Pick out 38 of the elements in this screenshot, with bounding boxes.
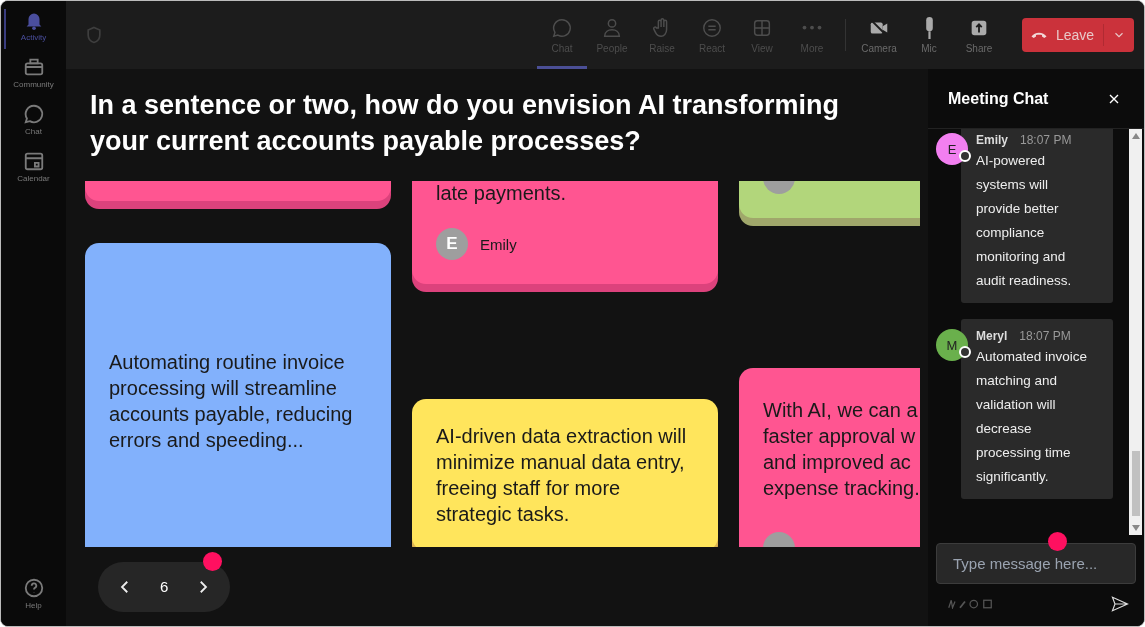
message-text: Automated invoice matching and validation will decrease processing time significantly. xyxy=(976,348,1089,486)
note-text: late payments. xyxy=(436,181,568,206)
sidebar-item[interactable]: Community xyxy=(1,56,66,89)
message-time: 18:07 PM xyxy=(1020,133,1072,147)
send-icon[interactable] xyxy=(1110,594,1130,614)
avatar: M xyxy=(936,329,968,361)
note-text: AI-driven data extraction will minimize manual data entry, freeing staff for more strategic tasks. xyxy=(436,424,688,527)
toolbar-button[interactable]: Camera xyxy=(854,1,904,69)
calendar-icon xyxy=(22,150,45,172)
author-name: Emily xyxy=(480,235,517,253)
help-button[interactable]: Help xyxy=(1,577,66,610)
toolbar-button[interactable]: Share xyxy=(954,1,1004,69)
help-icon xyxy=(22,577,45,599)
toolbar-button[interactable]: Mic xyxy=(904,1,954,69)
message-text: AI-powered systems will provide better compliance monitoring and audit readiness. xyxy=(976,152,1073,290)
avatar: E xyxy=(936,133,968,165)
question-title: In a sentence or two, how do you envision AI transforming your current accounts payable processes? xyxy=(89,89,841,158)
sender-name: Emily xyxy=(976,133,1008,147)
scrollbar[interactable] xyxy=(1129,129,1142,535)
leave-label: Leave xyxy=(1056,27,1095,43)
sidebar-item[interactable]: Chat xyxy=(1,103,66,136)
sender-name: Meryl xyxy=(976,329,1008,343)
person-icon xyxy=(601,16,623,39)
sidebar-item[interactable]: Calendar xyxy=(1,150,66,183)
avatar: E xyxy=(436,228,468,260)
shield-icon xyxy=(84,25,104,45)
more-icon xyxy=(801,25,823,30)
page-number: 6 xyxy=(160,578,169,595)
chat-icon xyxy=(551,16,573,39)
message-input[interactable]: Type message here... xyxy=(936,543,1136,584)
note-text: Automating routine invoice processing will streamline accounts payable, reducing errors and speeding... xyxy=(109,350,354,453)
leave-button[interactable]: Leave xyxy=(1022,18,1134,52)
chat-title: Meeting Chat xyxy=(948,89,1049,108)
note-text: With AI, we can a faster approval w and improved ac expense tracking. xyxy=(763,398,920,501)
format-icons-drawing[interactable] xyxy=(947,599,993,609)
microphone-icon xyxy=(925,16,933,39)
message-time: 18:07 PM xyxy=(1019,329,1071,343)
chat-icon xyxy=(22,103,45,125)
